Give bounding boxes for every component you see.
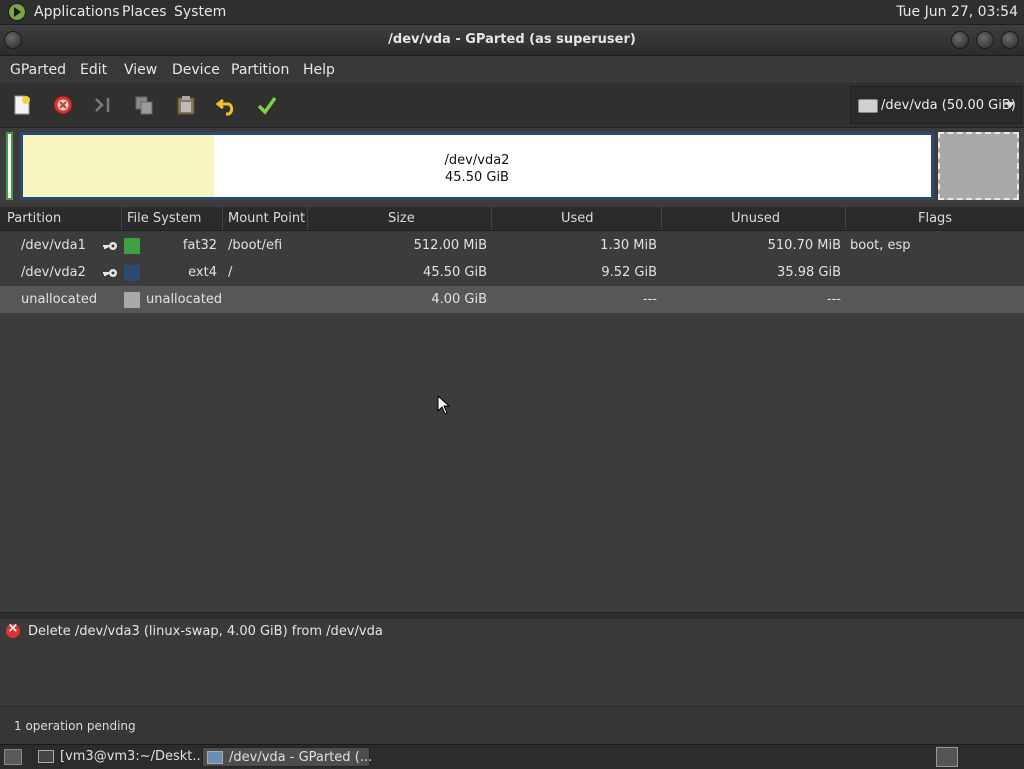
device-selector-label: /dev/vda (50.00 GiB) <box>881 98 1016 113</box>
cell-filesystem: fat32 <box>182 238 217 253</box>
column-header-size[interactable]: Size <box>388 211 415 226</box>
close-button[interactable] <box>1001 31 1019 49</box>
window-titlebar[interactable]: /dev/vda - GParted (as superuser) <box>0 25 1024 56</box>
cell-size: 512.00 MiB <box>413 238 487 253</box>
graph-partition-label: /dev/vda2 45.50 GiB <box>23 152 931 186</box>
maximize-button[interactable] <box>976 31 994 49</box>
pending-operations-pane: Delete /dev/vda3 (linux-swap, 4.00 GiB) … <box>0 619 1024 705</box>
copy-button[interactable] <box>131 92 157 118</box>
cell-partition: /dev/vda1 <box>21 238 86 253</box>
cell-unused: --- <box>826 292 841 307</box>
resize-move-button[interactable] <box>90 92 116 118</box>
table-row-selected[interactable]: unallocated unallocated 4.00 GiB --- --- <box>0 286 1024 313</box>
cell-filesystem: unallocated <box>146 292 223 307</box>
partition-table: /dev/vda1 fat32 /boot/efi 512.00 MiB 1.3… <box>0 231 1024 613</box>
key-icon <box>103 242 117 250</box>
apply-icon <box>257 96 277 115</box>
device-selector[interactable]: /dev/vda (50.00 GiB) <box>850 86 1022 124</box>
cell-size: 45.50 GiB <box>423 265 487 280</box>
gparted-icon <box>207 751 223 764</box>
column-header-used[interactable]: Used <box>561 211 594 226</box>
apply-button[interactable] <box>254 92 280 118</box>
applications-menu-icon[interactable] <box>8 3 26 21</box>
menubar: GParted Edit View Device Partition Help <box>0 56 1024 83</box>
status-text: 1 operation pending <box>14 719 136 733</box>
cell-used: 1.30 MiB <box>600 238 657 253</box>
resize-move-icon <box>95 98 110 112</box>
column-header-partition[interactable]: Partition <box>7 211 61 226</box>
delete-icon <box>53 95 73 115</box>
filesystem-color-swatch <box>124 292 140 308</box>
table-row[interactable]: /dev/vda1 fat32 /boot/efi 512.00 MiB 1.3… <box>0 232 1024 259</box>
task-label: [vm3@vm3:~/Deskt... <box>60 749 205 764</box>
paste-button[interactable] <box>173 92 199 118</box>
task-terminal[interactable]: [vm3@vm3:~/Deskt... <box>34 747 205 767</box>
minimize-button[interactable] <box>951 31 969 49</box>
menu-edit[interactable]: Edit <box>80 62 107 78</box>
new-icon <box>14 95 30 115</box>
cell-mountpoint: /boot/efi <box>228 238 283 253</box>
statusbar: 1 operation pending <box>0 706 1024 745</box>
task-gparted[interactable]: /dev/vda - GParted (... <box>202 747 373 767</box>
system-menu[interactable]: System <box>174 4 226 20</box>
graph-partition-vda1[interactable] <box>6 132 13 200</box>
table-row[interactable]: /dev/vda2 ext4 / 45.50 GiB 9.52 GiB 35.9… <box>0 259 1024 286</box>
graph-partition-vda2[interactable]: /dev/vda2 45.50 GiB <box>20 132 934 200</box>
pending-operation-text: Delete /dev/vda3 (linux-swap, 4.00 GiB) … <box>28 624 383 639</box>
menu-help[interactable]: Help <box>303 62 335 78</box>
menu-view[interactable]: View <box>124 62 157 78</box>
key-icon <box>103 269 117 277</box>
pending-operation-item[interactable]: Delete /dev/vda3 (linux-swap, 4.00 GiB) … <box>0 619 1024 643</box>
paste-icon <box>177 96 195 115</box>
harddisk-icon <box>858 99 878 113</box>
applications-menu[interactable]: Applications <box>34 4 120 20</box>
places-menu[interactable]: Places <box>122 4 167 20</box>
menu-device[interactable]: Device <box>172 62 220 78</box>
cell-partition: /dev/vda2 <box>21 265 86 280</box>
cell-used: --- <box>642 292 657 307</box>
terminal-icon <box>38 750 54 763</box>
column-header-flags[interactable]: Flags <box>918 211 952 226</box>
delete-icon <box>6 621 20 638</box>
column-header-mountpoint[interactable]: Mount Point <box>228 211 305 226</box>
graph-partition-name: /dev/vda2 <box>444 153 510 168</box>
cell-filesystem: ext4 <box>188 265 217 280</box>
filesystem-color-swatch <box>124 238 140 254</box>
undo-icon <box>216 98 234 116</box>
cell-used: 9.52 GiB <box>601 265 657 280</box>
copy-icon <box>135 96 153 115</box>
cell-partition: unallocated <box>21 292 98 307</box>
new-partition-button[interactable] <box>9 92 35 118</box>
chevron-down-icon <box>1005 102 1015 108</box>
cell-size: 4.00 GiB <box>431 292 487 307</box>
cell-mountpoint: / <box>228 265 233 280</box>
mouse-cursor-icon <box>437 395 451 415</box>
partition-table-header: Partition File System Mount Point Size U… <box>0 207 1024 231</box>
menu-gparted[interactable]: GParted <box>10 62 66 78</box>
undo-button[interactable] <box>214 92 240 118</box>
menu-partition[interactable]: Partition <box>231 62 289 78</box>
column-header-filesystem[interactable]: File System <box>127 211 201 226</box>
delete-partition-button[interactable] <box>50 92 76 118</box>
clock[interactable]: Tue Jun 27, 03:54 <box>896 4 1018 20</box>
column-header-unused[interactable]: Unused <box>731 211 780 226</box>
cell-unused: 510.70 MiB <box>767 238 841 253</box>
show-desktop-icon[interactable] <box>4 749 22 765</box>
taskbar: [vm3@vm3:~/Deskt... /dev/vda - GParted (… <box>0 744 1024 769</box>
graph-unallocated[interactable] <box>938 132 1019 200</box>
tray-icon[interactable] <box>936 747 958 767</box>
filesystem-color-swatch <box>124 265 140 281</box>
task-label: /dev/vda - GParted (... <box>229 750 373 765</box>
cell-flags: boot, esp <box>850 238 911 253</box>
window-title: /dev/vda - GParted (as superuser) <box>388 32 636 47</box>
top-panel: Applications Places System Tue Jun 27, 0… <box>0 0 1024 25</box>
graph-partition-size: 45.50 GiB <box>445 170 509 185</box>
cell-unused: 35.98 GiB <box>777 265 841 280</box>
